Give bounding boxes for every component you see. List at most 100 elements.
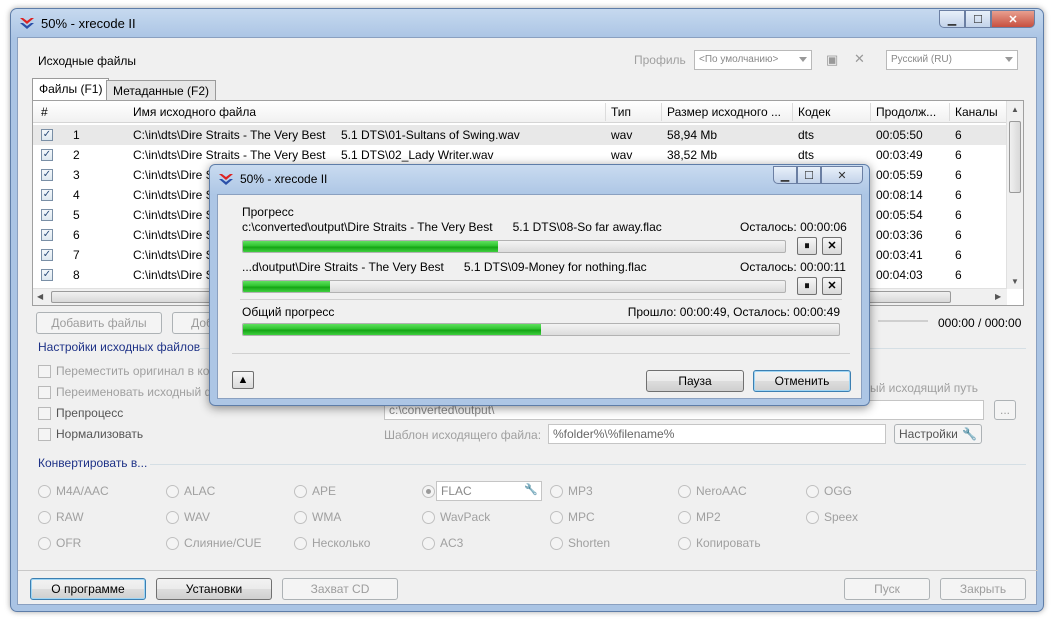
format-radio-ac3[interactable]: [422, 537, 435, 550]
add-files-button[interactable]: Добавить файлы: [36, 312, 162, 334]
save-profile-icon[interactable]: ▣: [826, 52, 838, 68]
minimize-button[interactable]: ▁: [939, 10, 965, 28]
item1-progress-bar: [242, 240, 786, 253]
about-button[interactable]: О программе: [30, 578, 146, 600]
close-button[interactable]: Закрыть: [940, 578, 1026, 600]
format-radio-shorten[interactable]: [550, 537, 563, 550]
format-radio-mp2[interactable]: [678, 511, 691, 524]
format-radio-m4a-aac[interactable]: [38, 485, 51, 498]
format-radio-ape[interactable]: [294, 485, 307, 498]
scroll-left-icon[interactable]: ◀: [37, 292, 43, 301]
format-radio-копировать[interactable]: [678, 537, 691, 550]
format-radio-flac[interactable]: [422, 485, 435, 498]
setup-button[interactable]: Установки: [156, 578, 272, 600]
row-duration: 00:03:41: [876, 248, 923, 262]
title-bar[interactable]: 50% - xrecode II ▁ ☐ ✕: [11, 9, 1043, 37]
format-radio-ofr[interactable]: [38, 537, 51, 550]
dialog-minimize-button[interactable]: ▁: [773, 166, 797, 184]
col-size[interactable]: Размер исходного ...: [667, 105, 781, 119]
overall-label: Общий прогресс: [242, 305, 335, 319]
row-checkbox[interactable]: ✓: [41, 149, 53, 161]
item1-stop-button[interactable]: ✕: [822, 237, 842, 255]
format-label: Speex: [824, 510, 859, 524]
row-checkbox[interactable]: ✓: [41, 249, 53, 261]
scroll-up-icon[interactable]: ▲: [1011, 105, 1019, 114]
language-select[interactable]: Русский (RU): [886, 50, 1018, 70]
row-checkbox[interactable]: ✓: [41, 169, 53, 181]
format-radio-speex[interactable]: [806, 511, 819, 524]
row-number: 2: [73, 148, 80, 162]
seek-slider[interactable]: [878, 320, 928, 322]
dialog-title-bar[interactable]: 50% - xrecode II ▁ ☐ ✕: [210, 165, 869, 193]
format-radio-слияние-cue[interactable]: [166, 537, 179, 550]
col-number[interactable]: #: [41, 105, 48, 119]
convert-title: Конвертировать в...: [38, 456, 148, 470]
dialog-maximize-button[interactable]: ☐: [797, 166, 821, 184]
close-window-button[interactable]: ✕: [991, 10, 1035, 28]
start-button[interactable]: Пуск: [844, 578, 930, 600]
collapse-button[interactable]: ▲: [232, 371, 254, 389]
vertical-scrollbar[interactable]: ▲ ▼: [1006, 101, 1023, 289]
col-duration[interactable]: Продолж...: [876, 105, 936, 119]
row-checkbox[interactable]: ✓: [41, 129, 53, 141]
maximize-button[interactable]: ☐: [965, 10, 991, 28]
row-checkbox[interactable]: ✓: [41, 229, 53, 241]
col-channels[interactable]: Каналы: [955, 105, 998, 119]
flac-options-box[interactable]: FLAC 🔧: [436, 481, 542, 501]
normalize-checkbox[interactable]: [38, 428, 51, 441]
row-checkbox[interactable]: ✓: [41, 189, 53, 201]
item2-pause-button[interactable]: ⏸: [797, 277, 817, 295]
chevron-down-icon: [1005, 57, 1013, 62]
dialog-close-button[interactable]: ✕: [821, 166, 863, 184]
grab-cd-button[interactable]: Захват CD: [282, 578, 398, 600]
row-duration: 00:05:59: [876, 168, 923, 182]
row-checkbox[interactable]: ✓: [41, 209, 53, 221]
profile-select[interactable]: <По умолчанию>: [694, 50, 812, 70]
col-type[interactable]: Тип: [611, 105, 631, 119]
format-radio-wavpack[interactable]: [422, 511, 435, 524]
wrench-icon[interactable]: 🔧: [524, 483, 538, 496]
item2-stop-button[interactable]: ✕: [822, 277, 842, 295]
delete-profile-icon[interactable]: ✕: [854, 51, 865, 67]
format-radio-mpc[interactable]: [550, 511, 563, 524]
table-row[interactable]: ✓ 1 C:\in\dts\Dire Straits - The Very Best…: [33, 125, 1007, 145]
rename-source-checkbox[interactable]: [38, 386, 51, 399]
minimize-icon: ▁: [947, 13, 957, 26]
row-codec: dts: [798, 128, 815, 142]
format-radio-alac[interactable]: [166, 485, 179, 498]
format-label: Несколько: [312, 536, 371, 550]
tab-metadata-label: Метаданные (F2): [113, 84, 209, 98]
time-total: 000:00 / 000:00: [938, 316, 1022, 330]
format-label: AC3: [440, 536, 464, 550]
xrecode-logo-icon: [20, 18, 34, 29]
close-icon: ✕: [827, 240, 837, 252]
row-duration: 00:05:54: [876, 208, 923, 222]
row-number: 5: [73, 208, 80, 222]
template-settings-button[interactable]: Настройки 🔧: [894, 424, 982, 444]
item1-pause-button[interactable]: ⏸: [797, 237, 817, 255]
format-label: WAV: [184, 510, 210, 524]
vertical-scroll-thumb[interactable]: [1009, 121, 1021, 193]
row-checkbox[interactable]: ✓: [41, 269, 53, 281]
col-codec[interactable]: Кодек: [798, 105, 830, 119]
scroll-right-icon[interactable]: ▶: [995, 292, 1001, 301]
scroll-down-icon[interactable]: ▼: [1011, 277, 1019, 286]
tab-metadata[interactable]: Метаданные (F2): [106, 80, 216, 100]
format-radio-wma[interactable]: [294, 511, 307, 524]
preprocess-checkbox[interactable]: [38, 407, 51, 420]
format-radio-несколько[interactable]: [294, 537, 307, 550]
format-radio-wav[interactable]: [166, 511, 179, 524]
template-field[interactable]: %folder%\%filename%: [548, 424, 886, 444]
format-radio-neroaac[interactable]: [678, 485, 691, 498]
move-original-checkbox[interactable]: [38, 365, 51, 378]
browse-output-button[interactable]: ...: [994, 400, 1016, 420]
pause-button[interactable]: Пауза: [646, 370, 744, 392]
format-radio-ogg[interactable]: [806, 485, 819, 498]
col-filename[interactable]: Имя исходного файла: [133, 105, 256, 119]
format-radio-raw[interactable]: [38, 511, 51, 524]
row-number: 1: [73, 128, 80, 142]
tab-files[interactable]: Файлы (F1): [32, 78, 110, 100]
cancel-button[interactable]: Отменить: [753, 370, 851, 392]
table-row[interactable]: ✓ 2 C:\in\dts\Dire Straits - The Very Best…: [33, 145, 1007, 165]
format-radio-mp3[interactable]: [550, 485, 563, 498]
